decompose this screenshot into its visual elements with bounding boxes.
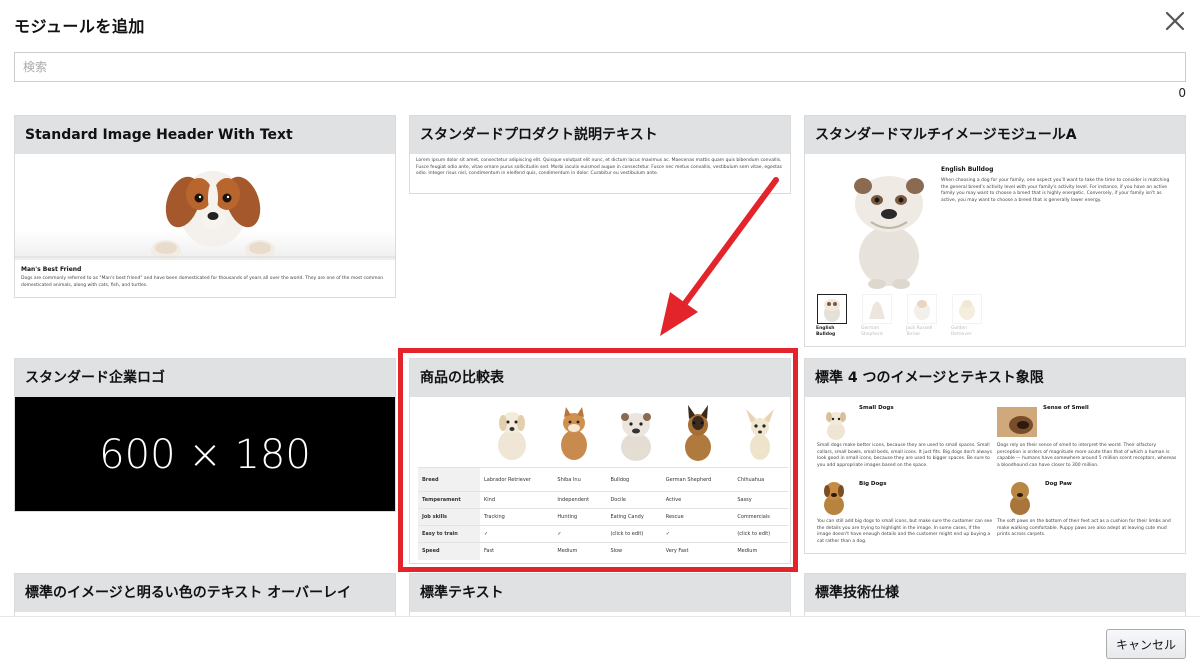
table-cell[interactable]: Commercials [733, 508, 788, 526]
card-title: 標準技術仕様 [805, 574, 1185, 612]
row-label: Easy to train [418, 525, 480, 543]
module-card-four-images-text[interactable]: 標準 4 つのイメージとテキスト象限 Small Dogs Small dogs… [804, 358, 1186, 554]
table-cell[interactable]: Very Fast [661, 542, 734, 560]
thumbnail-label: German Shepherd [861, 326, 883, 337]
module-card-company-logo[interactable]: スタンダード企業ロゴ 600 × 180 [14, 358, 396, 512]
modal-header: モジュールを追加 [0, 0, 1200, 46]
row-label: Breed [418, 467, 480, 492]
thumbnail[interactable] [952, 294, 982, 324]
table-cell[interactable]: Labrador Retriever [480, 467, 554, 492]
quadrant-heading: Small Dogs [859, 405, 894, 411]
big-dog-image [819, 479, 849, 515]
table-cell[interactable]: (click to edit) [733, 525, 788, 543]
module-card-multi-image[interactable]: スタンダードマルチイメージモジュールA English Bulldog When… [804, 115, 1186, 347]
cancel-button[interactable]: キャンセル [1106, 629, 1186, 659]
table-row: Temperament Kind Independent Docile Acti… [418, 491, 788, 509]
table-cell[interactable]: Tracking [480, 508, 554, 526]
german-shepherd-image [676, 403, 720, 463]
table-cell[interactable]: Hunting [553, 508, 607, 526]
quadrant-text: Small dogs make better icons, because th… [817, 443, 992, 468]
dog-images-row [410, 397, 790, 467]
row-label: Temperament [418, 491, 480, 509]
table-cell[interactable]: Eating Candy [606, 508, 662, 526]
thumbnail-label: Golden Retriever [951, 326, 972, 337]
card-title: Standard Image Header With Text [15, 116, 395, 154]
table-cell[interactable]: Independent [553, 491, 607, 509]
result-count: 0 [1178, 86, 1186, 100]
module-grid: Standard Image Header With Text Man's Be… [0, 100, 1200, 616]
table-cell[interactable]: Chihuahua [733, 467, 788, 492]
card-title: スタンダードプロダクト説明テキスト [410, 116, 790, 154]
module-card-image-header[interactable]: Standard Image Header With Text Man's Be… [14, 115, 396, 298]
caption-text: Dogs are commonly referred to as "Man's … [21, 276, 384, 288]
table-cell[interactable]: Sassy [733, 491, 788, 509]
table-cell[interactable]: Rescue [661, 508, 734, 526]
thumbnail[interactable] [817, 294, 847, 324]
card-title: 商品の比較表 [410, 359, 790, 397]
table-row: Speed Fast Medium Slow Very Fast Medium [418, 542, 788, 560]
table-cell[interactable]: (click to edit) [606, 525, 662, 543]
modal-title: モジュールを追加 [14, 17, 145, 36]
quadrant-text: You can still add big dogs to small icon… [817, 519, 993, 544]
bulldog-image [614, 403, 658, 463]
thumbnail[interactable] [862, 294, 892, 324]
module-text: When choosing a dog for your family, one… [941, 178, 1170, 203]
module-card-image-light-overlay[interactable]: 標準のイメージと明るい色のテキスト オーバーレイ [14, 573, 396, 616]
module-card-tech-specs[interactable]: 標準技術仕様 [804, 573, 1186, 616]
quadrant-heading: Dog Paw [1045, 481, 1072, 487]
module-card-product-description[interactable]: スタンダードプロダクト説明テキスト Lorem ipsum dolor sit … [409, 115, 791, 194]
chihuahua-image [738, 403, 782, 463]
table-cell[interactable]: Docile [606, 491, 662, 509]
quadrant-text: The soft paws on the bottom of their fee… [997, 519, 1171, 537]
comparison-table: Breed Labrador Retriever Shiba Inu Bulld… [418, 467, 788, 560]
small-dog-image [819, 407, 853, 441]
card-title: 標準のイメージと明るい色のテキスト オーバーレイ [15, 574, 395, 612]
card-title: 標準テキスト [410, 574, 790, 612]
card-title: スタンダードマルチイメージモジュールA [805, 116, 1185, 154]
card-title: スタンダード企業ロゴ [15, 359, 395, 397]
card-title: 標準 4 つのイメージとテキスト象限 [805, 359, 1185, 397]
labrador-image [490, 403, 534, 463]
dog-paw-image [1005, 479, 1035, 515]
table-cell[interactable]: Medium [553, 542, 607, 560]
table-cell[interactable]: Kind [480, 491, 554, 509]
table-row: Job skills Tracking Hunting Eating Candy… [418, 508, 788, 526]
thumbnail-label: English Bulldog [816, 326, 836, 337]
bulldog-image [841, 164, 937, 290]
dog-nose-image [997, 407, 1037, 437]
table-cell[interactable]: Bulldog [606, 467, 662, 492]
description-text: Lorem ipsum dolor sit amet, consectetur … [416, 158, 783, 176]
table-cell[interactable]: ✓ [553, 525, 607, 543]
table-cell[interactable]: Medium [733, 542, 788, 560]
quadrant-heading: Big Dogs [859, 481, 887, 487]
modal-footer: キャンセル [0, 616, 1200, 672]
row-label: Job skills [418, 508, 480, 526]
table-cell[interactable]: Shiba Inu [553, 467, 607, 492]
table-row: Easy to train ✓ ✓ (click to edit) ✓ (cli… [418, 525, 788, 543]
caption-title: Man's Best Friend [21, 266, 82, 273]
table-cell[interactable]: Slow [606, 542, 662, 560]
table-cell[interactable]: ✓ [480, 525, 554, 543]
row-label: Speed [418, 542, 480, 560]
search-input[interactable] [14, 52, 1186, 82]
shiba-image [552, 403, 596, 463]
module-card-comparison-table[interactable]: 商品の比較表 Breed Labrador Retriever Shiba In… [409, 358, 791, 564]
module-card-standard-text[interactable]: 標準テキスト [409, 573, 791, 616]
quadrant-heading: Sense of Smell [1043, 405, 1089, 411]
table-cell[interactable]: German Shepherd [661, 467, 734, 492]
logo-placeholder: 600 × 180 [15, 397, 395, 511]
table-cell[interactable]: ✓ [661, 525, 734, 543]
table-row: Breed Labrador Retriever Shiba Inu Bulld… [418, 467, 788, 492]
table-cell[interactable]: Active [661, 491, 734, 509]
puppy-image [15, 154, 395, 260]
quadrant-text: Dogs rely on their sense of smell to int… [997, 443, 1177, 468]
thumbnail[interactable] [907, 294, 937, 324]
module-heading: English Bulldog [941, 166, 994, 173]
table-cell[interactable]: Fast [480, 542, 554, 560]
thumbnail-label: Jack Russell Terrier [906, 326, 933, 337]
close-icon[interactable] [1162, 8, 1188, 34]
